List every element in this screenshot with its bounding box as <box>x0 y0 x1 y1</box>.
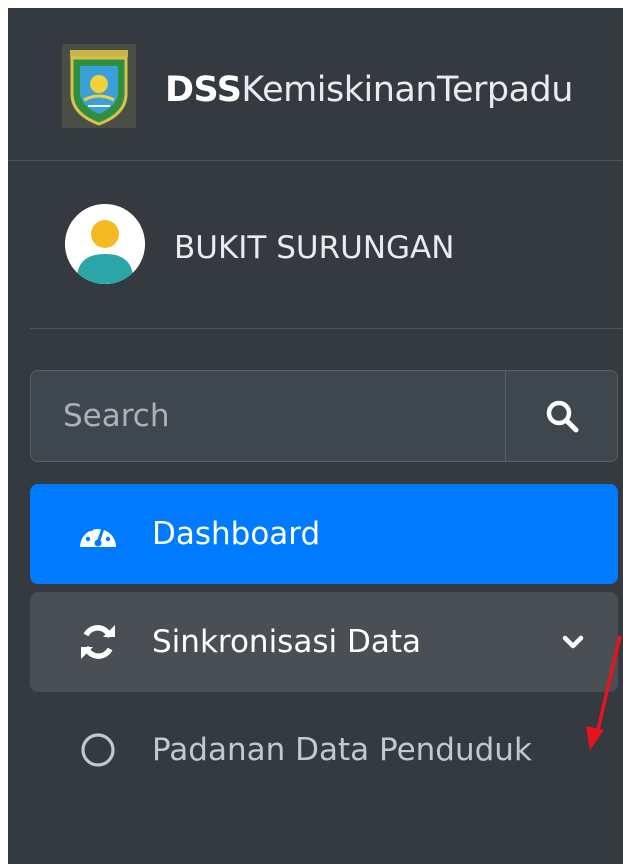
tachometer-icon <box>78 514 118 554</box>
search-icon <box>546 400 579 433</box>
brand-title: DSSKemiskinanTerpadu <box>165 70 573 110</box>
nav-label-dashboard: Dashboard <box>152 516 321 552</box>
brand-link[interactable]: DSSKemiskinanTerpadu <box>8 8 623 161</box>
sidebar-search <box>30 370 618 462</box>
search-input[interactable] <box>31 371 505 461</box>
nav-item-padanan-data-penduduk[interactable]: Padanan Data Penduduk <box>30 700 618 800</box>
nav-item-sinkronisasi-data[interactable]: Sinkronisasi Data <box>30 592 618 692</box>
user-avatar-icon[interactable] <box>65 204 145 284</box>
nav-label-sinkronisasi-data: Sinkronisasi Data <box>152 624 421 660</box>
circle-outline-icon <box>78 730 118 770</box>
user-name[interactable]: BUKIT SURUNGAN <box>174 230 454 266</box>
user-panel: BUKIT SURUNGAN <box>30 160 623 329</box>
sync-icon <box>78 622 118 662</box>
chevron-down-icon[interactable] <box>560 629 586 655</box>
nav-item-dashboard[interactable]: Dashboard <box>30 484 618 584</box>
regency-crest-logo <box>62 44 136 128</box>
brand-title-rest: KemiskinanTerpadu <box>241 70 573 110</box>
sidebar: DSSKemiskinanTerpadu BUKIT SURUNGAN Sear… <box>8 8 623 864</box>
brand-title-bold: DSS <box>165 70 242 110</box>
nav-label-padanan-data-penduduk: Padanan Data Penduduk <box>152 732 532 768</box>
search-button[interactable] <box>505 371 617 461</box>
